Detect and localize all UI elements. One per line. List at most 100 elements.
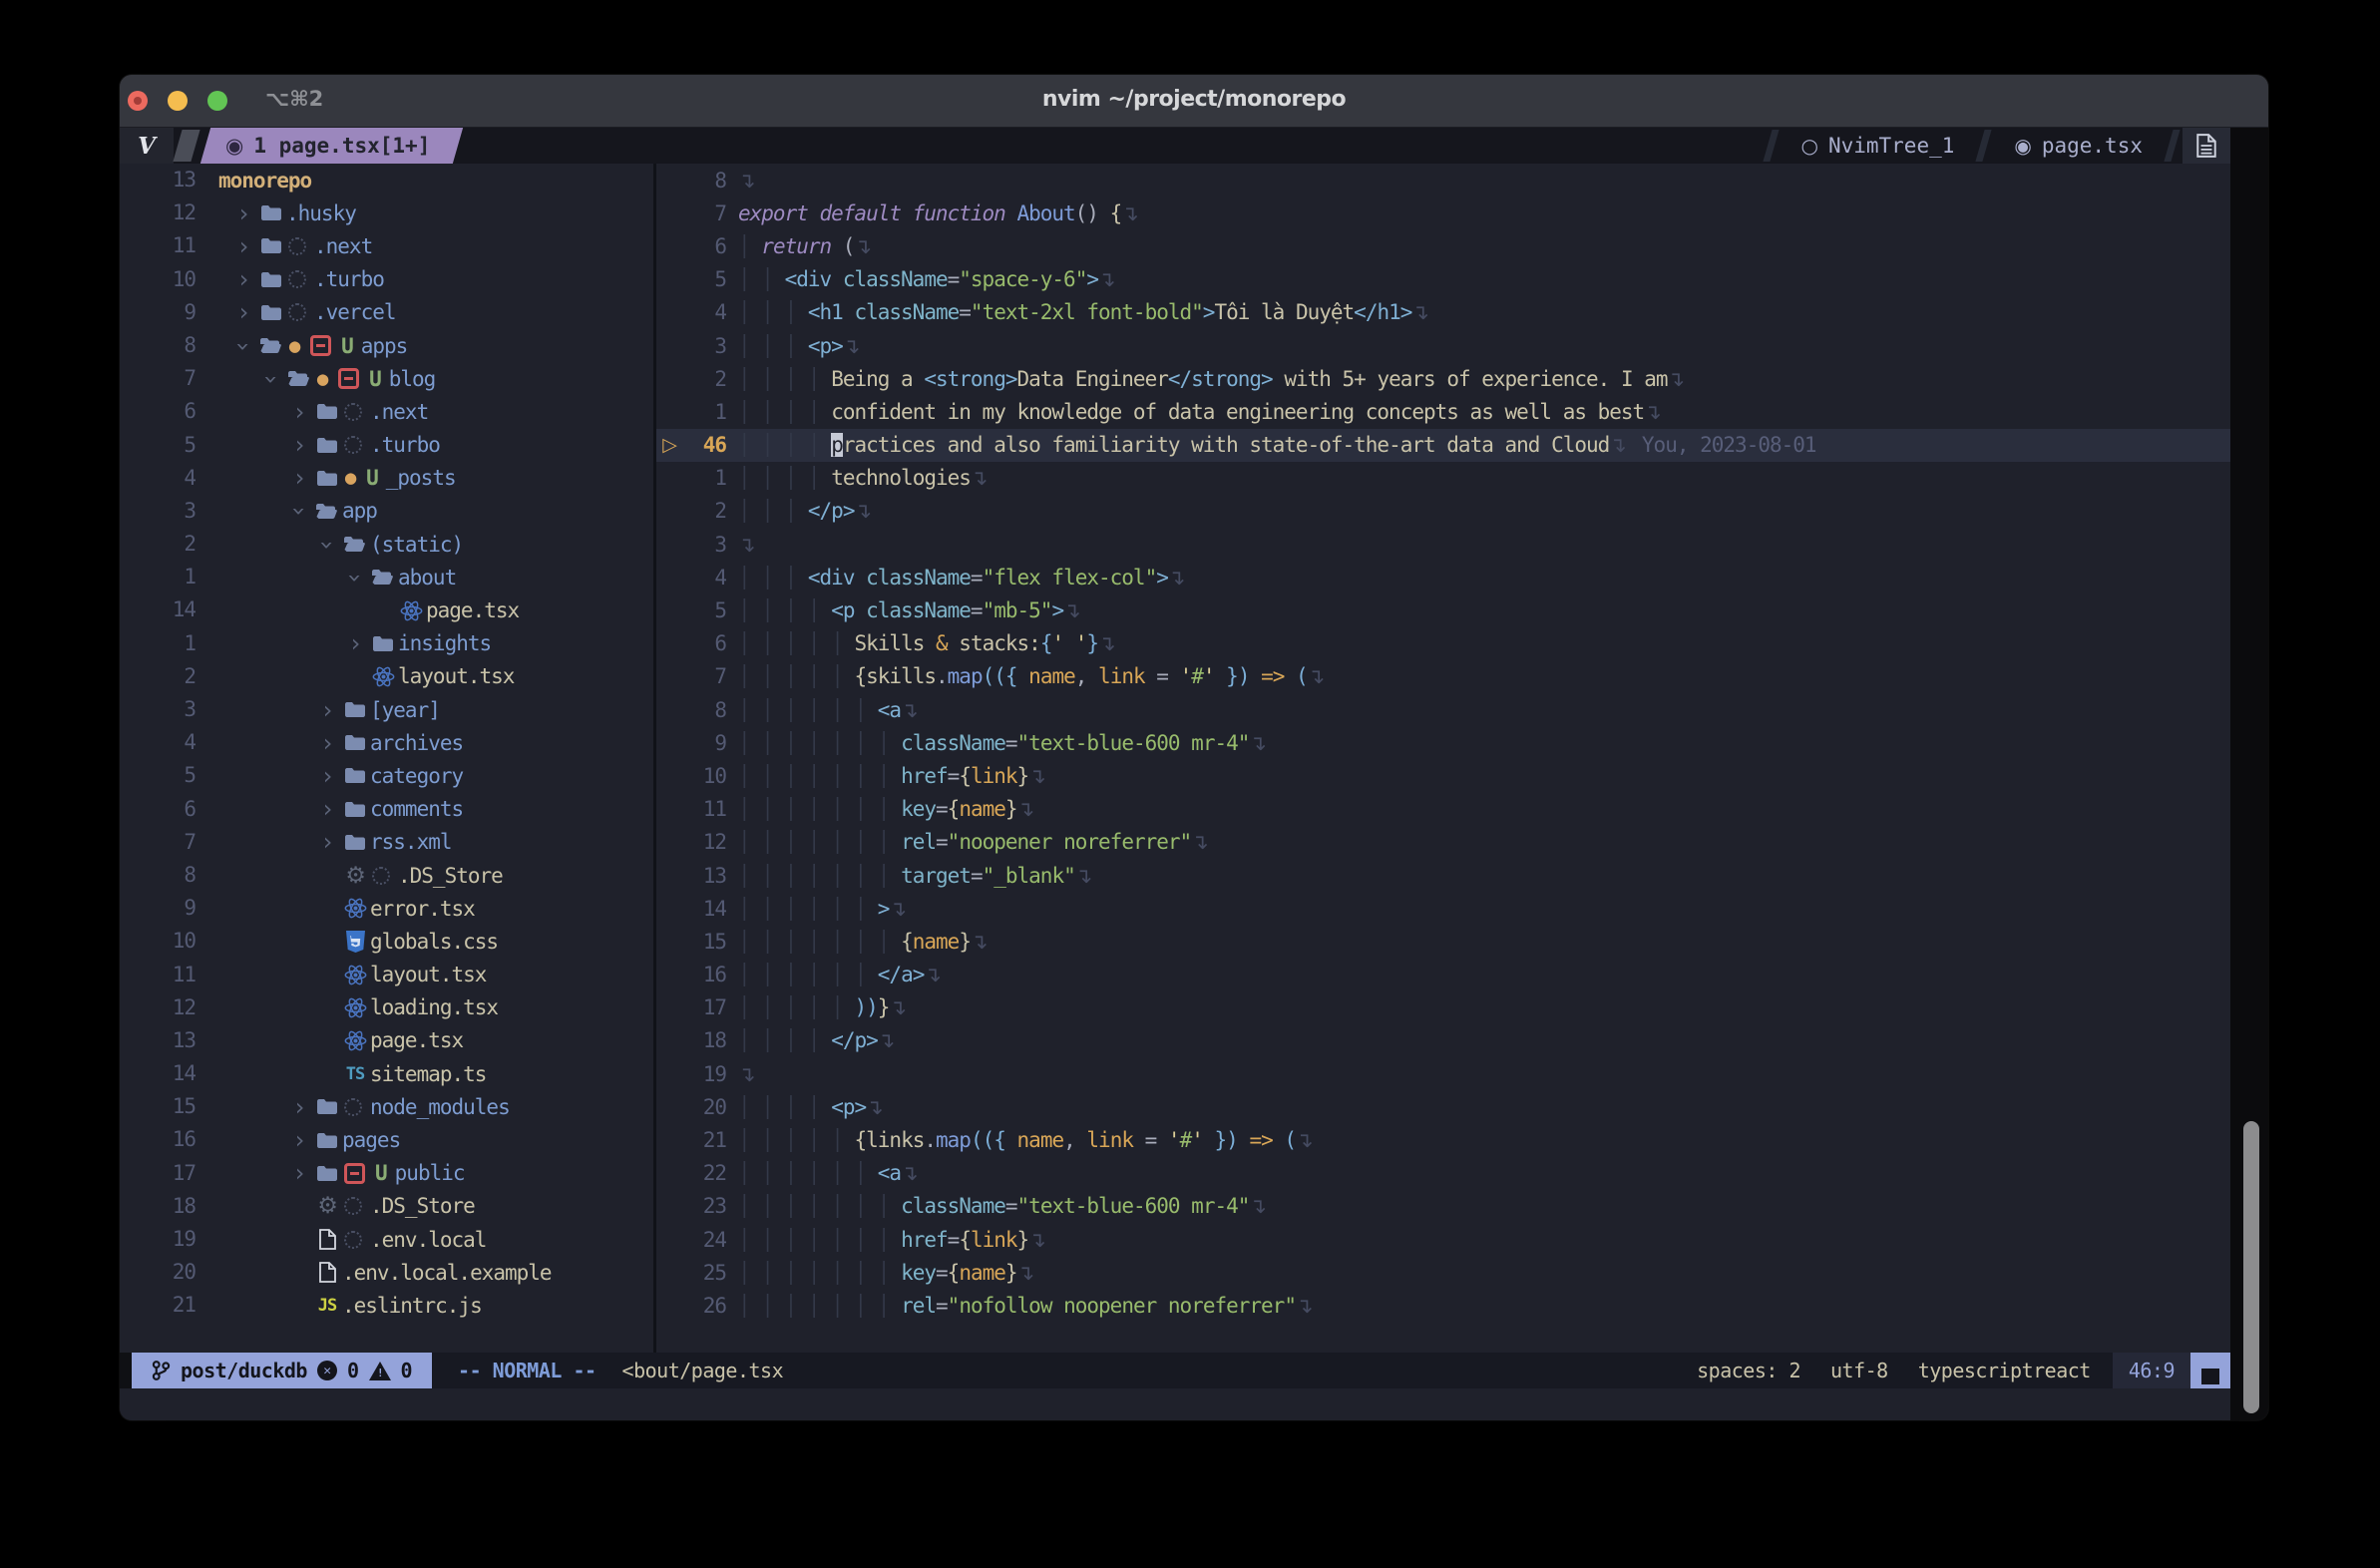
folder-icon — [340, 834, 370, 851]
tree-item[interactable]: 5›.turbo — [120, 429, 653, 462]
code-line[interactable]: 17│ │ │ │ │ ))}↴ — [656, 991, 2230, 1024]
code-token: confident in my knowledge of data engine… — [831, 400, 1644, 424]
chevron-right-icon: › — [286, 464, 312, 492]
tree-item[interactable]: 6›comments — [120, 793, 653, 826]
code-line[interactable]: ▷46│ │ │ │ practices and also familiarit… — [656, 429, 2230, 462]
code-line[interactable]: 6│ return (↴ — [656, 229, 2230, 262]
tree-item[interactable]: 13monorepo — [120, 164, 653, 196]
eol-marker-icon: ↴ — [843, 334, 860, 358]
react-icon — [340, 996, 370, 1019]
tree-item[interactable]: 6›.next — [120, 395, 653, 428]
tree-item[interactable]: 9›.vercel — [120, 296, 653, 329]
code-line[interactable]: 11│ │ │ │ │ │ │ key={name}↴ — [656, 793, 2230, 826]
tree-item-label: .vercel — [314, 300, 396, 324]
code-line[interactable]: 19↴ — [656, 1057, 2230, 1090]
code-line[interactable]: 23│ │ │ │ │ │ │ className="text-blue-600… — [656, 1190, 2230, 1223]
code-line[interactable]: 24│ │ │ │ │ │ │ href={link}↴ — [656, 1223, 2230, 1256]
tree-item-label: .turbo — [370, 433, 440, 457]
tree-item[interactable]: 20.env.local.example — [120, 1256, 653, 1289]
code-line[interactable]: 3↴ — [656, 528, 2230, 561]
indent-guide: │ — [831, 963, 854, 986]
code-line[interactable]: 21│ │ │ │ │ {links.map(({ name, link = '… — [656, 1123, 2230, 1156]
tree-item[interactable]: 21JS.eslintrc.js — [120, 1289, 653, 1322]
fold-marker-icon[interactable]: ▷ — [656, 434, 682, 456]
tree-item[interactable]: 1›insights — [120, 627, 653, 660]
tree-item[interactable]: 19.env.local — [120, 1223, 653, 1256]
code-line[interactable]: 4│ │ │ <h1 className="text-2xl font-bold… — [656, 296, 2230, 329]
tree-item[interactable]: 10globals.css — [120, 925, 653, 958]
code-line[interactable]: 5│ │ │ │ <p className="mb-5">↴ — [656, 593, 2230, 626]
line-number: 5 — [682, 598, 726, 622]
tree-item[interactable]: 5›category — [120, 759, 653, 792]
tree-item[interactable]: 1›about — [120, 561, 653, 593]
code-line[interactable]: 4│ │ │ <div className="flex flex-col">↴ — [656, 561, 2230, 593]
eol-marker-icon: ↴ — [1017, 1261, 1034, 1285]
tree-item[interactable]: 11layout.tsx — [120, 959, 653, 991]
code-line[interactable]: 7│ │ │ │ │ {skills.map(({ name, link = '… — [656, 660, 2230, 693]
code-line[interactable]: 25│ │ │ │ │ │ │ key={name}↴ — [656, 1256, 2230, 1289]
scrollbar-thumb[interactable] — [2243, 1121, 2259, 1413]
line-number: 14 — [682, 897, 726, 921]
code-token: > — [1086, 267, 1098, 291]
tree-item[interactable]: 12›.husky — [120, 196, 653, 229]
code-line[interactable]: 18│ │ │ │ </p>↴ — [656, 1024, 2230, 1057]
code-line[interactable]: 6│ │ │ │ │ Skills & stacks:{' '}↴ — [656, 627, 2230, 660]
code-line[interactable]: 15│ │ │ │ │ │ │ {name}↴ — [656, 925, 2230, 958]
code-line[interactable]: 26│ │ │ │ │ │ │ rel="nofollow noopener n… — [656, 1289, 2230, 1322]
indent-guide: │ — [785, 598, 808, 622]
folder-icon — [312, 470, 342, 487]
tree-item[interactable]: 4›archives — [120, 726, 653, 759]
tree-item[interactable]: 12loading.tsx — [120, 991, 653, 1024]
line-number: 25 — [682, 1261, 726, 1285]
tree-item[interactable]: 3›[year] — [120, 693, 653, 726]
tab-nvimtree[interactable]: ○ NvimTree_1 — [1782, 128, 1975, 164]
code-line[interactable]: 3│ │ │ <p>↴ — [656, 329, 2230, 362]
code-line[interactable]: 13│ │ │ │ │ │ │ target="_blank"↴ — [656, 859, 2230, 892]
code-line[interactable]: 8│ │ │ │ │ │ <a↴ — [656, 693, 2230, 726]
tab-pagetsx[interactable]: ◉ page.tsx — [1994, 128, 2163, 164]
tree-item[interactable]: 14TSsitemap.ts — [120, 1057, 653, 1090]
tree-item[interactable]: 7›●Ublog — [120, 362, 653, 395]
tree-item[interactable]: 10›.turbo — [120, 263, 653, 296]
tree-item[interactable]: 7›rss.xml — [120, 826, 653, 859]
document-icon[interactable] — [2182, 128, 2230, 164]
code-line[interactable]: 1│ │ │ │ confident in my knowledge of da… — [656, 395, 2230, 428]
tree-item[interactable]: 16›pages — [120, 1123, 653, 1156]
tree-item[interactable]: 18⚙.DS_Store — [120, 1190, 653, 1223]
code-line[interactable]: 22│ │ │ │ │ │ <a↴ — [656, 1157, 2230, 1190]
tree-line-number: 11 — [120, 959, 196, 991]
code-line[interactable]: 2│ │ │ │ Being a <strong>Data Engineer</… — [656, 362, 2230, 395]
tree-item[interactable]: 15›node_modules — [120, 1090, 653, 1123]
indent-guide: │ — [738, 930, 761, 954]
code-line[interactable]: 16│ │ │ │ │ │ </a>↴ — [656, 959, 2230, 991]
tree-item[interactable]: 8›●Uapps — [120, 329, 653, 362]
tree-item[interactable]: 2layout.tsx — [120, 660, 653, 693]
code-line[interactable]: 9│ │ │ │ │ │ │ className="text-blue-600 … — [656, 726, 2230, 759]
folder-open-icon — [284, 370, 314, 387]
tree-item[interactable]: 8⚙.DS_Store — [120, 859, 653, 892]
tree-item[interactable]: 3›app — [120, 495, 653, 528]
tree-item[interactable]: 11›.next — [120, 229, 653, 262]
code-line[interactable]: 14│ │ │ │ │ │ >↴ — [656, 892, 2230, 925]
tree-item[interactable]: 13page.tsx — [120, 1024, 653, 1057]
tree-item[interactable]: 9error.tsx — [120, 892, 653, 925]
tree-item[interactable]: 2›(static) — [120, 528, 653, 561]
command-line[interactable] — [120, 1388, 2230, 1420]
buffer-tab[interactable]: ◉ 1 page.tsx[1+] — [199, 128, 464, 164]
tree-item[interactable]: 14page.tsx — [120, 593, 653, 626]
tree-item[interactable]: 17›Upublic — [120, 1157, 653, 1190]
indent-guide: │ — [761, 963, 784, 986]
code-line[interactable]: 20│ │ │ │ <p>↴ — [656, 1090, 2230, 1123]
tree-item[interactable]: 4›●U_posts — [120, 462, 653, 495]
folder-icon — [312, 1165, 342, 1182]
code-line[interactable]: 10│ │ │ │ │ │ │ href={link}↴ — [656, 759, 2230, 792]
indent-guide: │ — [761, 930, 784, 954]
indent-guide: │ — [785, 1028, 808, 1052]
code-line[interactable]: 8↴ — [656, 164, 2230, 196]
code-line[interactable]: 7export default function About() {↴ — [656, 196, 2230, 229]
code-line[interactable]: 1│ │ │ │ technologies↴ — [656, 462, 2230, 495]
code-line[interactable]: 2│ │ │ </p>↴ — [656, 495, 2230, 528]
code-line[interactable]: 5│ │ <div className="space-y-6">↴ — [656, 263, 2230, 296]
code-line[interactable]: 12│ │ │ │ │ │ │ rel="noopener noreferrer… — [656, 826, 2230, 859]
indent-guide: │ — [785, 830, 808, 854]
